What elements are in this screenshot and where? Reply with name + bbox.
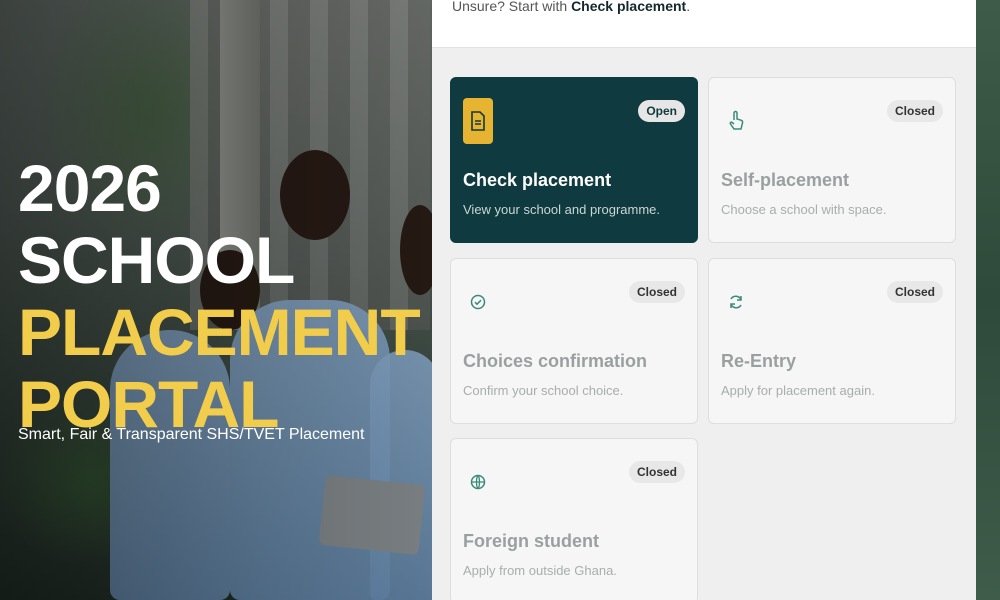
hero-banner: 2026 SCHOOL PLACEMENT PORTAL Smart, Fair… (0, 0, 432, 600)
card-foreign-student[interactable]: Closed Foreign student Apply from outsid… (450, 438, 698, 600)
start-hint: Unsure? Start with Check placement. (452, 0, 690, 14)
card-description: Confirm your school choice. (463, 383, 624, 398)
hero-subtitle: Smart, Fair & Transparent SHS/TVET Place… (18, 426, 365, 443)
start-hint-link[interactable]: Check placement (571, 0, 686, 14)
hero-title: 2026 SCHOOL PLACEMENT PORTAL (18, 152, 432, 440)
card-description: Apply from outside Ghana. (463, 563, 617, 578)
status-badge: Open (638, 100, 685, 122)
card-check-placement[interactable]: Open Check placement View your school an… (450, 77, 698, 243)
start-hint-suffix: . (686, 0, 691, 14)
hero-title-line2: PLACEMENT (18, 295, 421, 369)
start-hint-prefix: Unsure? Start with (452, 0, 572, 14)
card-description: Choose a school with space. (721, 202, 887, 217)
status-badge: Closed (886, 281, 943, 303)
globe-icon (463, 459, 493, 505)
background-edge (976, 0, 1000, 600)
status-badge: Closed (886, 100, 943, 122)
check-circle-icon (463, 279, 493, 325)
card-title: Choices confirmation (463, 351, 648, 371)
card-re-entry[interactable]: Closed Re-Entry Apply for placement agai… (708, 258, 956, 424)
status-badge: Closed (628, 461, 685, 483)
card-self-placement[interactable]: Closed Self-placement Choose a school wi… (708, 77, 956, 243)
hand-pointer-icon (721, 98, 751, 144)
card-description: Apply for placement again. (721, 383, 875, 398)
services-panel: Unsure? Start with Check placement. Open… (432, 0, 976, 600)
document-icon (463, 98, 493, 144)
card-description: View your school and programme. (463, 202, 661, 217)
panel-header: Unsure? Start with Check placement. (432, 0, 976, 48)
refresh-icon (721, 279, 751, 325)
card-title: Check placement (463, 170, 612, 190)
card-title: Self-placement (721, 170, 850, 190)
status-badge: Closed (628, 281, 685, 303)
card-title: Foreign student (463, 531, 599, 551)
hero-title-line1: 2026 SCHOOL (18, 151, 295, 297)
card-title: Re-Entry (721, 351, 797, 371)
card-choices-confirmation[interactable]: Closed Choices confirmation Confirm your… (450, 258, 698, 424)
